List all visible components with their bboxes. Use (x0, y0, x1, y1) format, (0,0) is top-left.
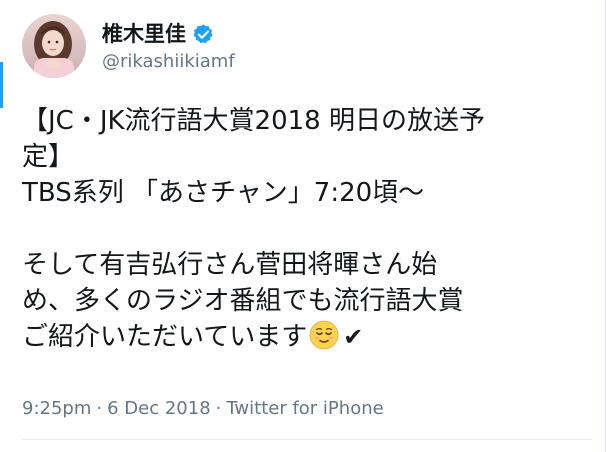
relieved-face-icon (309, 320, 339, 350)
tweet-line: め、多くのラジオ番組でも流行語大賞 (22, 286, 464, 316)
divider (22, 439, 592, 440)
tweet-line: TBS系列 「あさチャン」7:20頃～ (22, 178, 425, 208)
tweet-time[interactable]: 9:25pm (22, 398, 91, 420)
tweet-line: 【JC・JK流行語大賞2018 明日の放送予 (22, 106, 485, 136)
tweet-text: 【JC・JK流行語大賞2018 明日の放送予 定】 TBS系列 「あさチャン」7:2… (22, 103, 592, 355)
tweet-line-last: ご紹介いただいています ✔ (22, 319, 592, 355)
tweet-line: そして有吉弘行さん菅田将暉さん始 (22, 250, 438, 280)
tweet-meta: 9:25pm · 6 Dec 2018 · Twitter for iPhone (22, 398, 384, 420)
name-row: 椎木里佳 (102, 21, 235, 47)
tweet-date[interactable]: 6 Dec 2018 (107, 398, 211, 420)
tweet-card: 椎木里佳 @rikashiikiamf 【JC・JK流行語大賞2018 明日の放… (0, 0, 606, 452)
tweet-line: ご紹介いただいています (22, 322, 308, 352)
tweet-source[interactable]: Twitter for iPhone (226, 398, 383, 420)
avatar[interactable] (22, 14, 86, 78)
avatar-image (22, 14, 86, 78)
user-handle[interactable]: @rikashiikiamf (102, 51, 235, 73)
tweet-header: 椎木里佳 @rikashiikiamf (22, 14, 235, 78)
meta-separator: · (96, 398, 103, 419)
focus-indicator (0, 62, 3, 108)
tweet-line: 定】 (22, 142, 75, 172)
meta-separator: · (215, 398, 222, 419)
author-info: 椎木里佳 @rikashiikiamf (102, 14, 235, 73)
verified-badge-icon (192, 23, 215, 46)
display-name[interactable]: 椎木里佳 (102, 21, 186, 47)
heavy-check-mark-icon: ✔ (343, 323, 364, 351)
